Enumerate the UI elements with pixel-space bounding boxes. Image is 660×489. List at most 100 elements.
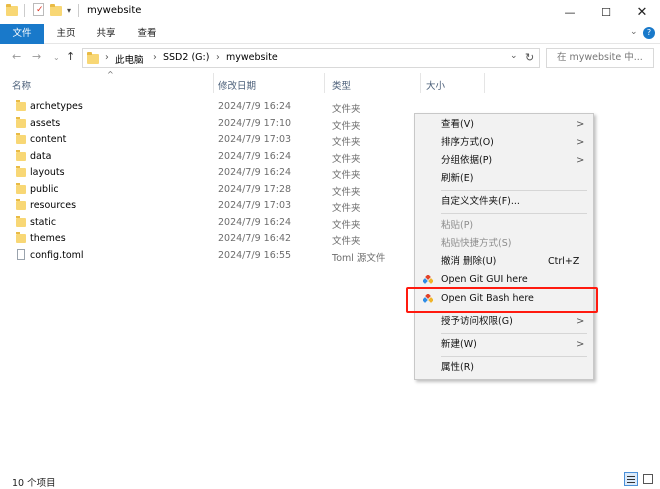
tab-file[interactable]: 文件	[0, 24, 44, 44]
address-row: ← → ⌄ ↑ › 此电脑 › SSD2 (G:) › mywebsite ⌄ …	[0, 44, 660, 72]
document-icon	[17, 249, 25, 260]
minimize-button[interactable]: —	[553, 0, 587, 24]
file-type: 文件夹	[332, 154, 361, 165]
folder-icon	[16, 133, 26, 144]
file-date: 2024/7/9 17:03	[218, 134, 292, 145]
menu-item-label: 分组依据(P)	[441, 155, 493, 166]
list-item[interactable]: content 2024/7/9 17:03 文件夹	[10, 132, 414, 149]
menu-separator	[441, 356, 587, 357]
menu-item-label: 粘贴(P)	[441, 220, 474, 231]
column-divider[interactable]	[324, 73, 325, 93]
close-button[interactable]: ✕	[625, 0, 659, 24]
breadcrumb-this-pc[interactable]: 此电脑	[115, 52, 144, 66]
back-arrow-icon[interactable]: ←	[12, 50, 21, 63]
column-size[interactable]: 大小	[426, 78, 445, 92]
chevron-right-icon: >	[576, 119, 585, 130]
column-divider[interactable]	[213, 73, 214, 93]
list-item[interactable]: assets 2024/7/9 17:10 文件夹	[10, 116, 414, 133]
breadcrumb-separator-icon: ›	[105, 52, 109, 63]
menu-item-view[interactable]: 查看(V) >	[415, 116, 593, 134]
list-item[interactable]: layouts 2024/7/9 16:24 文件夹	[10, 165, 414, 182]
breadcrumb-drive[interactable]: SSD2 (G:)	[163, 52, 209, 63]
file-type: 文件夹	[332, 170, 361, 181]
column-divider[interactable]	[484, 73, 485, 93]
folder-icon	[16, 183, 26, 194]
file-type: 文件夹	[332, 220, 361, 231]
maximize-button[interactable]: ☐	[589, 0, 623, 24]
tab-view[interactable]: 查看	[130, 24, 164, 44]
folder-icon	[16, 100, 26, 111]
folder-icon	[16, 150, 26, 161]
menu-item-paste-shortcut: 粘贴快捷方式(S)	[415, 235, 593, 253]
file-name: themes	[30, 233, 66, 244]
file-date: 2024/7/9 16:24	[218, 151, 292, 162]
properties-icon[interactable]: ✓	[33, 3, 44, 16]
menu-item-undo-delete[interactable]: 撤消 删除(U) Ctrl+Z	[415, 253, 593, 271]
menu-item-label: 新建(W)	[441, 339, 477, 350]
address-dropdown-icon[interactable]: ⌄	[510, 51, 518, 61]
search-input[interactable]: 在 mywebsite 中...	[546, 48, 654, 68]
list-item[interactable]: data 2024/7/9 16:24 文件夹	[10, 149, 414, 166]
file-date: 2024/7/9 16:24	[218, 101, 292, 112]
menu-item-give-access[interactable]: 授予访问权限(G) >	[415, 313, 593, 331]
large-icons-view-icon[interactable]	[641, 472, 655, 486]
file-date: 2024/7/9 16:24	[218, 167, 292, 178]
details-view-icon[interactable]	[624, 472, 638, 486]
menu-item-customize-folder[interactable]: 自定义文件夹(F)...	[415, 193, 593, 211]
help-icon[interactable]: ?	[643, 27, 655, 39]
title-bar: ✓ ▾ mywebsite — ☐ ✕	[0, 0, 660, 24]
chevron-right-icon: >	[576, 155, 585, 166]
file-name: data	[30, 151, 52, 162]
menu-item-new[interactable]: 新建(W) >	[415, 336, 593, 354]
chevron-right-icon: >	[576, 316, 585, 327]
list-item[interactable]: static 2024/7/9 16:24 文件夹	[10, 215, 414, 232]
quick-access-dropdown-icon[interactable]: ▾	[67, 6, 71, 15]
folder-icon	[16, 166, 26, 177]
menu-item-label: 粘贴快捷方式(S)	[441, 238, 512, 249]
tab-home[interactable]: 主页	[49, 24, 83, 44]
breadcrumb-separator-icon: ›	[153, 52, 157, 63]
column-type[interactable]: 类型	[332, 78, 351, 92]
file-type: 文件夹	[332, 187, 361, 198]
item-count: 10 个项目	[12, 478, 56, 489]
menu-item-label: 撤消 删除(U)	[441, 256, 497, 267]
refresh-icon[interactable]: ↻	[525, 51, 534, 64]
menu-item-label: 属性(R)	[441, 362, 475, 373]
file-type: Toml 源文件	[332, 253, 386, 264]
list-item[interactable]: archetypes 2024/7/9 16:24 文件夹	[10, 99, 414, 116]
up-arrow-icon[interactable]: ↑	[66, 50, 75, 63]
menu-item-properties[interactable]: 属性(R)	[415, 359, 593, 377]
menu-item-label: 查看(V)	[441, 119, 474, 130]
breadcrumb-folder[interactable]: mywebsite	[226, 52, 278, 63]
file-date: 2024/7/9 16:42	[218, 233, 292, 244]
list-item[interactable]: public 2024/7/9 17:28 文件夹	[10, 182, 414, 199]
menu-item-refresh[interactable]: 刷新(E)	[415, 170, 593, 188]
recent-dropdown-icon[interactable]: ⌄	[53, 53, 60, 62]
file-type: 文件夹	[332, 104, 361, 115]
file-type: 文件夹	[332, 121, 361, 132]
divider	[78, 4, 79, 17]
list-item[interactable]: config.toml 2024/7/9 16:55 Toml 源文件	[10, 248, 414, 265]
file-name: static	[30, 217, 57, 228]
menu-item-shortcut: Ctrl+Z	[548, 256, 580, 267]
column-divider[interactable]	[420, 73, 421, 93]
list-item[interactable]: resources 2024/7/9 17:03 文件夹	[10, 198, 414, 215]
file-date: 2024/7/9 17:28	[218, 184, 292, 195]
tab-share[interactable]: 共享	[89, 24, 123, 44]
menu-item-label: 自定义文件夹(F)...	[441, 196, 520, 207]
file-name: resources	[30, 200, 77, 211]
column-date[interactable]: 修改日期	[218, 78, 256, 92]
list-item[interactable]: themes 2024/7/9 16:42 文件夹	[10, 231, 414, 248]
file-type: 文件夹	[332, 203, 361, 214]
menu-item-group[interactable]: 分组依据(P) >	[415, 152, 593, 170]
file-date: 2024/7/9 16:55	[218, 250, 292, 261]
chevron-down-icon[interactable]: ⌄	[630, 27, 638, 37]
column-name[interactable]: 名称	[12, 78, 31, 92]
git-gui-icon	[423, 275, 433, 284]
forward-arrow-icon[interactable]: →	[32, 50, 41, 63]
address-bar[interactable]: › 此电脑 › SSD2 (G:) › mywebsite ⌄ ↻	[82, 48, 540, 68]
sort-ascending-icon: ^	[107, 70, 114, 79]
highlight-box	[406, 287, 598, 313]
menu-item-label: 排序方式(O)	[441, 137, 494, 148]
menu-item-sort[interactable]: 排序方式(O) >	[415, 134, 593, 152]
